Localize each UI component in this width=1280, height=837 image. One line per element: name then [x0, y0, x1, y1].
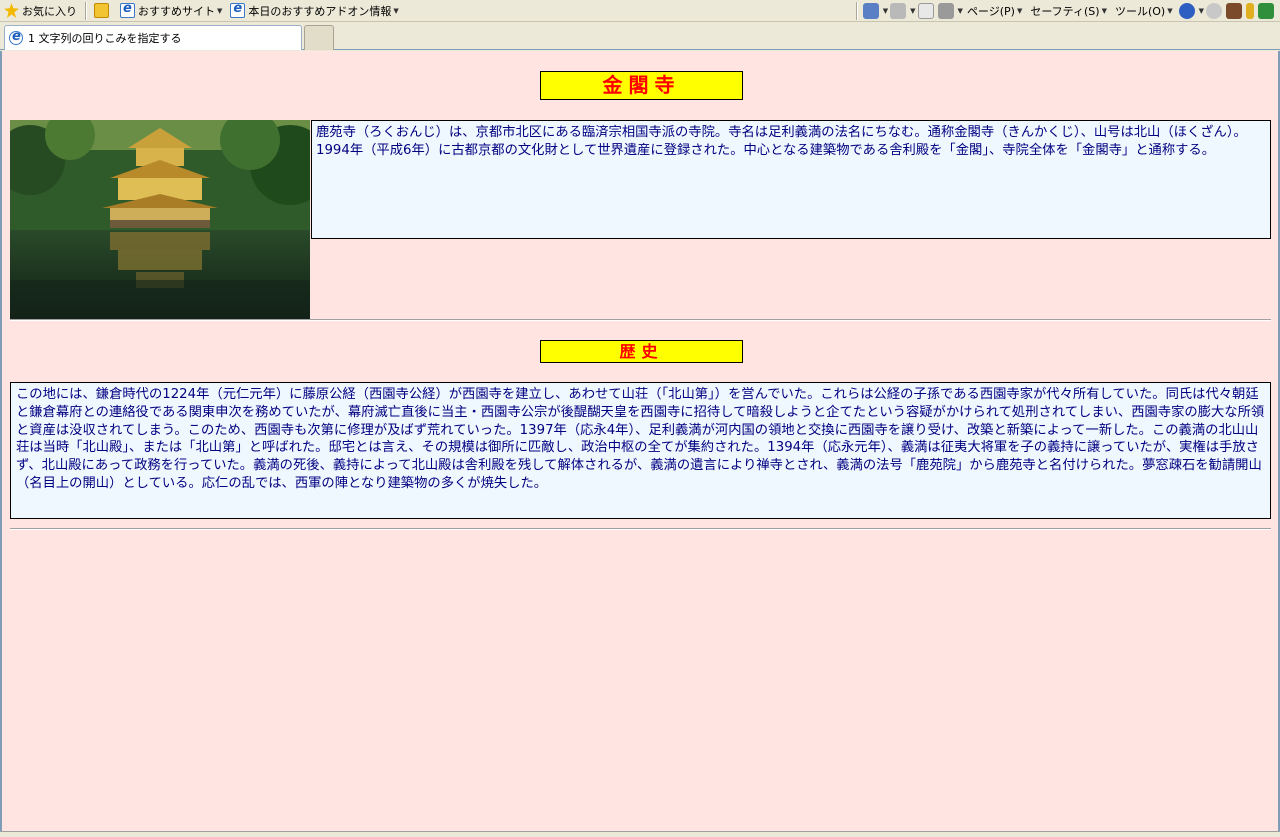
toolbar-separator [85, 1, 86, 20]
favorites-label: お気に入り [22, 4, 77, 18]
chevron-down-icon[interactable]: ▼ [1199, 7, 1204, 15]
page-title: 金閣寺 [540, 71, 743, 100]
research-icon[interactable] [1206, 3, 1222, 19]
history-heading: 歴史 [540, 340, 743, 363]
addon-icon[interactable] [1258, 3, 1274, 19]
add-favorite-icon [94, 3, 109, 18]
help-icon[interactable] [1178, 3, 1195, 19]
tab-title: 1 文字列の回りこみを指定する [28, 32, 182, 45]
status-bar [0, 831, 1280, 837]
chevron-down-icon: ▼ [1167, 7, 1173, 15]
divider [10, 528, 1271, 530]
tools-menu-label: ツール(O) [1114, 5, 1166, 18]
kinkakuji-photo [10, 120, 310, 320]
ie-icon [230, 1, 246, 18]
new-tab-button[interactable] [304, 25, 334, 50]
tab-strip: 1 文字列の回りこみを指定する [0, 22, 1280, 50]
favorites-button[interactable]: お気に入り [0, 1, 81, 21]
chevron-down-icon: ▼ [393, 6, 399, 15]
divider [10, 319, 1271, 321]
print-icon[interactable] [937, 3, 954, 19]
page-menu-label: ページ(P) [966, 5, 1015, 18]
toolbar-separator [855, 2, 857, 20]
chevron-down-icon[interactable]: ▼ [910, 7, 915, 15]
mail-icon[interactable] [917, 3, 934, 19]
tools-menu[interactable]: ツール(O) ▼ [1111, 1, 1177, 21]
ie-icon [9, 29, 23, 45]
star-icon [4, 3, 19, 18]
suggested-sites-label: おすすめサイト [138, 4, 215, 18]
chevron-down-icon[interactable]: ▼ [883, 7, 888, 15]
chevron-down-icon: ▼ [217, 6, 223, 15]
tab-active[interactable]: 1 文字列の回りこみを指定する [4, 25, 302, 50]
ie-icon [120, 1, 135, 18]
command-bar-tools: ▼ ▼ ▼ ページ(P) ▼ セーフティ(S) ▼ ツール(O) ▼ ▼ [852, 0, 1276, 22]
home-icon[interactable] [862, 3, 879, 19]
addons-button[interactable]: 本日のおすすめアドオン情報 ▼ [226, 1, 402, 21]
history-box: この地には、鎌倉時代の1224年（元仁元年）に藤原公経（西園寺公経）が西園寺を建… [10, 382, 1271, 519]
addons-label: 本日のおすすめアドオン情報 [248, 4, 392, 18]
command-bar: お気に入り おすすめサイト ▼ 本日のおすすめアドオン情報 ▼ ▼ ▼ ▼ ペー… [0, 0, 1280, 22]
safety-menu-label: セーフティ(S) [1030, 5, 1100, 18]
page-menu[interactable]: ページ(P) ▼ [963, 1, 1026, 21]
rss-feed-icon[interactable] [890, 3, 907, 19]
chevron-down-icon: ▼ [1101, 7, 1107, 15]
add-favorite-button[interactable] [90, 1, 116, 21]
suggested-sites-button[interactable]: おすすめサイト ▼ [116, 1, 226, 21]
note-icon[interactable] [1246, 3, 1254, 19]
description-box: 鹿苑寺（ろくおんじ）は、京都市北区にある臨済宗相国寺派の寺院。寺名は足利義満の法… [311, 120, 1271, 239]
page-content: 金閣寺 鹿苑寺（ろくおんじ）は、京都市北区にある臨済宗相国寺派の寺院。寺名は足利… [0, 51, 1280, 831]
messenger-icon[interactable] [1226, 3, 1242, 19]
chevron-down-icon: ▼ [1016, 7, 1023, 15]
safety-menu[interactable]: セーフティ(S) ▼ [1026, 1, 1111, 21]
